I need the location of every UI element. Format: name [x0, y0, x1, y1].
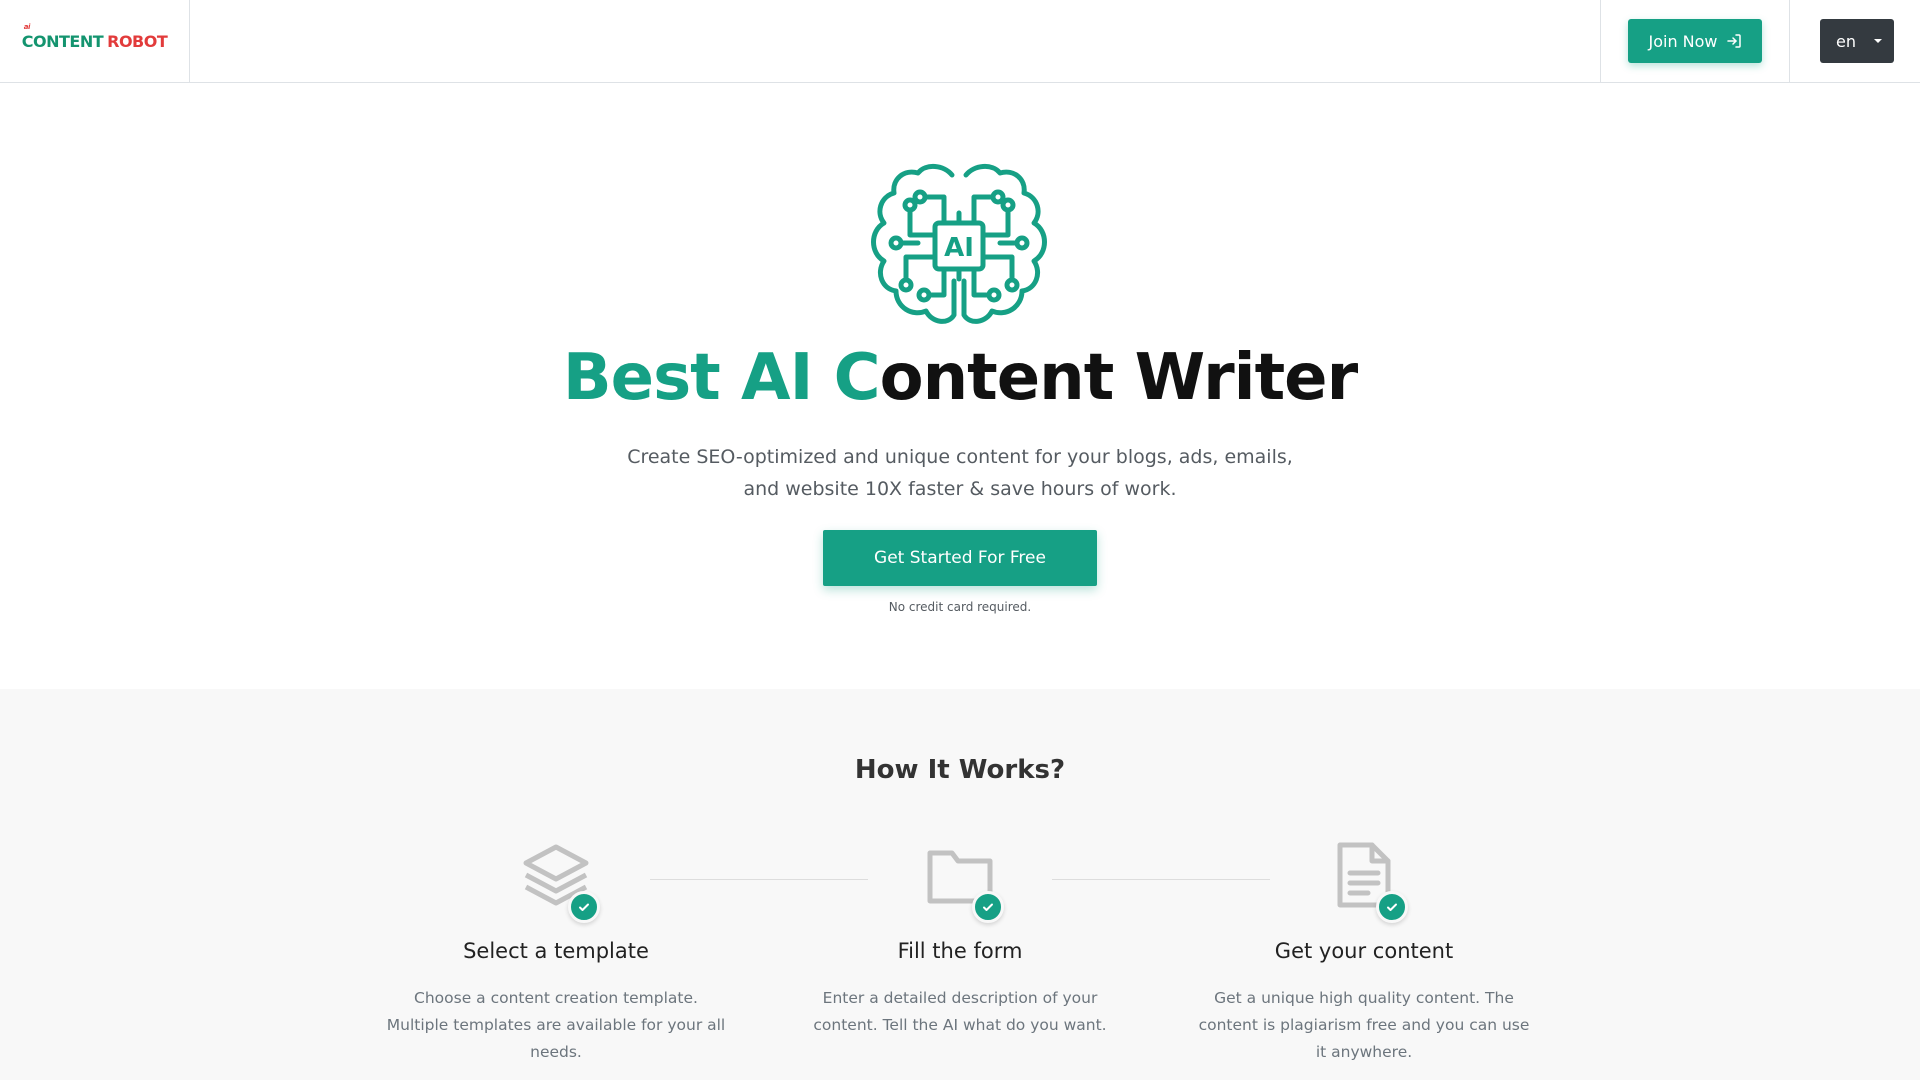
hero-title: Best AI Content Writer [0, 341, 1920, 415]
language-label: en [1836, 31, 1856, 51]
hero-title-rest: ontent Writer [879, 341, 1358, 415]
check-icon [568, 891, 600, 923]
check-icon [972, 891, 1004, 923]
hero-section: AI Best AI Content Writer Create SEO-opt… [0, 83, 1920, 689]
step-description: Get a unique high quality content. The c… [1198, 989, 1530, 1061]
ai-brain-icon: AI [871, 164, 1047, 324]
logo-word-content: CONTENT [21, 31, 104, 51]
step-select-template: Select a template Choose a content creat… [376, 839, 736, 1066]
logo-word-robot: ROBOT [107, 31, 168, 51]
step-title: Select a template [463, 939, 649, 963]
logo-ai-mark: ai [23, 22, 31, 31]
check-icon [1376, 891, 1408, 923]
get-started-button[interactable]: Get Started For Free [823, 530, 1097, 586]
how-it-works-title: How It Works? [854, 755, 1066, 785]
step-description: Enter a detailed description of your con… [813, 989, 1107, 1034]
step-get-content: Get your content Get a unique high quali… [1184, 839, 1544, 1066]
chevron-down-icon [1873, 39, 1882, 43]
content-robot-logo[interactable]: ai CONTENT ROBOT [21, 23, 168, 51]
join-now-button[interactable]: Join Now [1628, 19, 1762, 63]
hero-title-accent: Best AI C [562, 341, 881, 415]
step-icon [516, 839, 600, 923]
join-cell: Join Now [1600, 0, 1790, 82]
step-fill-form: Fill the form Enter a detailed descripti… [780, 839, 1140, 1039]
step-icon [920, 839, 1004, 923]
brain-chip-label: AI [944, 233, 974, 263]
no-credit-card-note: No credit card required. [888, 600, 1032, 614]
step-title: Fill the form [897, 939, 1023, 963]
sign-in-icon [1726, 34, 1741, 48]
top-navbar: ai CONTENT ROBOT Join Now en [0, 0, 1920, 83]
hero-subtitle: Create SEO-optimized and unique content … [627, 446, 1293, 500]
language-cell: en [1820, 19, 1894, 63]
logo-cell: ai CONTENT ROBOT [0, 0, 190, 82]
step-icon [1324, 839, 1408, 923]
how-it-works-section: How It Works? Select a template Choose a… [0, 689, 1920, 1080]
step-title: Get your content [1274, 939, 1454, 963]
language-dropdown[interactable]: en [1820, 19, 1894, 63]
join-now-label: Join Now [1648, 31, 1718, 51]
step-description: Choose a content creation template. Mult… [386, 989, 726, 1061]
